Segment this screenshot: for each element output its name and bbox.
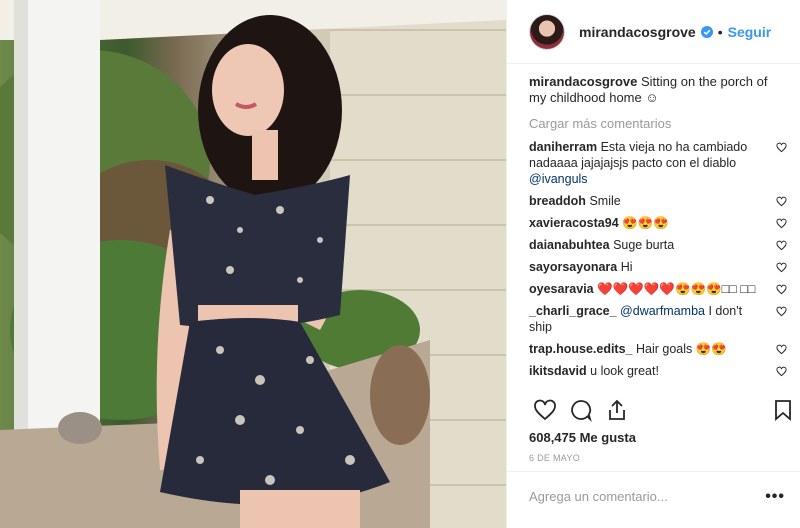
comment-username[interactable]: _charli_grace_ bbox=[529, 304, 617, 318]
heart-icon[interactable] bbox=[776, 142, 787, 153]
heart-icon[interactable] bbox=[533, 398, 557, 422]
heart-icon[interactable] bbox=[776, 240, 787, 251]
action-bar bbox=[529, 396, 797, 426]
comment-text: Hair goals 😍😍 bbox=[635, 342, 727, 356]
follow-button[interactable]: Seguir bbox=[728, 24, 772, 40]
comment-text: ❤️❤️❤️❤️❤️😍😍😍□□ □□ bbox=[597, 282, 756, 296]
load-more-comments-button[interactable]: Cargar más comentarios bbox=[529, 116, 791, 131]
comment-mention[interactable]: @dwarfmamba bbox=[620, 304, 705, 318]
comment-row: ikitsdavid u look great! bbox=[529, 363, 791, 379]
post-header: mirandacosgrove • Seguir bbox=[507, 0, 800, 64]
comment-username[interactable]: ikitsdavid bbox=[529, 364, 587, 378]
instagram-post: mirandacosgrove • Seguir mirandacosgrove… bbox=[0, 0, 800, 528]
comment-row: daniherram Esta vieja no ha cambiado nad… bbox=[529, 139, 791, 187]
comment-bubble-icon[interactable] bbox=[569, 398, 593, 422]
separator-dot: • bbox=[717, 23, 723, 40]
comment-row: sayorsayonara Hi bbox=[529, 259, 791, 275]
comment-text: u look great! bbox=[590, 364, 659, 378]
verified-badge-icon bbox=[700, 25, 713, 38]
comment-text: 😍😍😍 bbox=[622, 216, 669, 230]
heart-icon[interactable] bbox=[776, 366, 787, 377]
comment-username[interactable]: oyesaravia bbox=[529, 282, 594, 296]
heart-icon[interactable] bbox=[776, 196, 787, 207]
bookmark-icon[interactable] bbox=[771, 398, 795, 422]
add-comment-input[interactable] bbox=[529, 486, 749, 506]
comment-row: xavieracosta94 😍😍😍 bbox=[529, 215, 791, 231]
add-comment-section: ••• bbox=[507, 471, 800, 528]
heart-icon[interactable] bbox=[776, 306, 787, 317]
comment-text: Smile bbox=[589, 194, 621, 208]
comment-row: _charli_grace_ @dwarfmamba I don't ship bbox=[529, 303, 791, 335]
photo-illustration bbox=[0, 0, 506, 528]
post-date[interactable]: 6 DE MAYO bbox=[529, 453, 580, 463]
comment-username[interactable]: xavieracosta94 bbox=[529, 216, 619, 230]
comment-text: Hi bbox=[620, 260, 633, 274]
comment-row: oyesaravia ❤️❤️❤️❤️❤️😍😍😍□□ □□ bbox=[529, 281, 791, 297]
share-icon[interactable] bbox=[605, 398, 629, 422]
heart-icon[interactable] bbox=[776, 344, 787, 355]
comment-row: daianabuhtea Suge burta bbox=[529, 237, 791, 253]
header-username[interactable]: mirandacosgrove bbox=[579, 24, 696, 40]
post-caption: mirandacosgrove Sitting on the porch of … bbox=[529, 74, 774, 106]
heart-icon[interactable] bbox=[776, 262, 787, 273]
comment-username[interactable]: sayorsayonara bbox=[529, 260, 617, 274]
comment-row: breaddoh Smile bbox=[529, 193, 791, 209]
heart-icon[interactable] bbox=[776, 284, 787, 295]
caption-username[interactable]: mirandacosgrove bbox=[529, 74, 637, 89]
heart-icon[interactable] bbox=[776, 218, 787, 229]
comment-mention[interactable]: @ivanguls bbox=[529, 172, 588, 186]
avatar[interactable] bbox=[529, 13, 565, 50]
comment-username[interactable]: trap.house.edits_ bbox=[529, 342, 633, 356]
comment-username[interactable]: daianabuhtea bbox=[529, 238, 610, 252]
comments-list[interactable]: mirandacosgrove Sitting on the porch of … bbox=[529, 74, 791, 392]
post-details-panel: mirandacosgrove • Seguir mirandacosgrove… bbox=[506, 0, 800, 528]
comment-username[interactable]: breaddoh bbox=[529, 194, 586, 208]
comment-username[interactable]: daniherram bbox=[529, 140, 597, 154]
more-options-button[interactable]: ••• bbox=[765, 488, 785, 506]
comment-text: Suge burta bbox=[613, 238, 675, 252]
comment-row: trap.house.edits_ Hair goals 😍😍 bbox=[529, 341, 791, 357]
likes-count[interactable]: 608,475 Me gusta bbox=[529, 430, 636, 445]
post-photo[interactable] bbox=[0, 0, 506, 528]
